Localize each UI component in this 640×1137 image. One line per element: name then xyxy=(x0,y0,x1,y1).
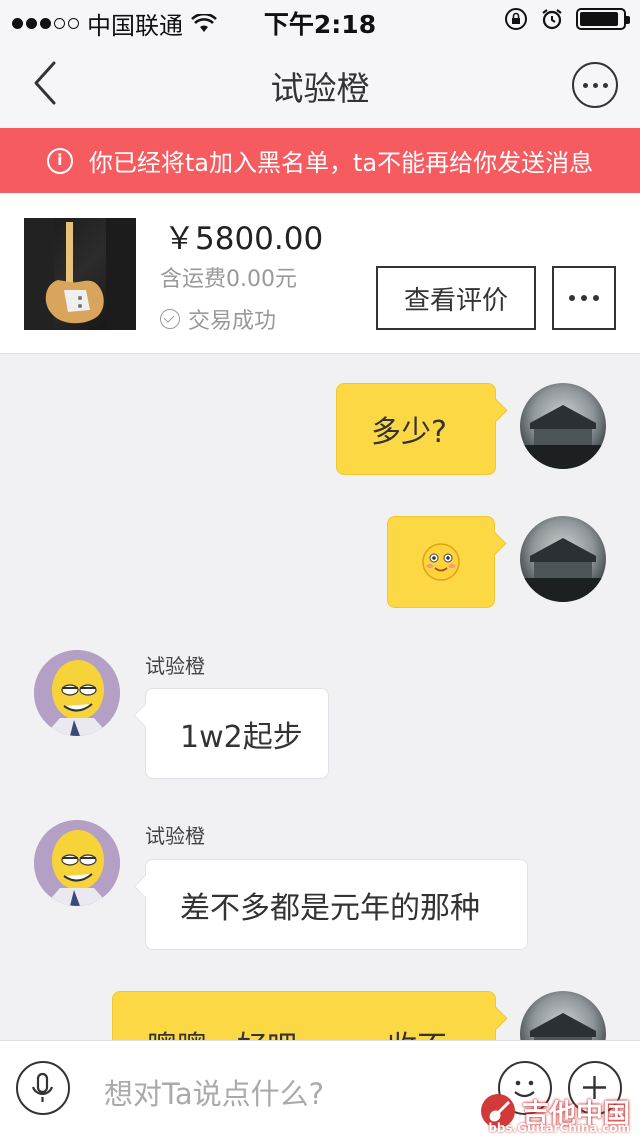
message-bubble[interactable]: 1w2起步 xyxy=(145,688,329,779)
info-icon: i xyxy=(46,147,73,174)
avatar[interactable] xyxy=(520,383,606,469)
navigation-bar: 试验橙 xyxy=(0,40,640,128)
avatar[interactable] xyxy=(520,516,606,602)
guitar-image xyxy=(24,218,136,330)
microphone-icon xyxy=(31,1072,54,1102)
alarm-icon xyxy=(542,9,562,30)
blacklist-banner: i 你已经将ta加入黑名单，ta不能再给你发送消息 xyxy=(0,128,640,193)
avatar[interactable] xyxy=(34,820,120,906)
watermark-subtext: bbs.GuitarChina.com xyxy=(488,1121,630,1135)
message-text: 1w2起步 xyxy=(180,719,303,755)
message-text: 多少? xyxy=(371,415,447,450)
trade-status-label: 交易成功 xyxy=(188,309,277,334)
status-bar: 中国联通 下午2:18 xyxy=(0,0,640,40)
message-bubble[interactable] xyxy=(387,516,495,608)
check-circle-icon xyxy=(160,309,180,329)
input-bar: 想对Ta说点什么? 吉他中国 bbs.GuitarChina.com xyxy=(0,1040,640,1137)
voice-button[interactable] xyxy=(16,1061,70,1115)
smiley-emoji-icon xyxy=(422,543,460,581)
freight-label: 含运费0.00元 xyxy=(160,267,297,292)
message-bubble[interactable]: 多少? xyxy=(336,383,496,475)
product-card[interactable]: ￥5800.00 含运费0.00元 交易成功 查看评价 xyxy=(0,193,640,354)
view-review-button[interactable]: 查看评价 xyxy=(376,266,536,330)
trade-status: 交易成功 xyxy=(160,303,276,335)
more-options-button[interactable] xyxy=(572,62,618,108)
rotation-lock-icon xyxy=(505,8,527,30)
battery-icon xyxy=(576,8,630,30)
sender-name: 试验橙 xyxy=(145,824,205,848)
message-input[interactable]: 想对Ta说点什么? xyxy=(104,1071,324,1113)
sender-name: 试验橙 xyxy=(145,654,205,678)
watermark: 吉他中国 bbs.GuitarChina.com xyxy=(478,1091,630,1135)
message-text: 差不多都是元年的那种 xyxy=(180,890,480,926)
banner-text: 你已经将ta加入黑名单，ta不能再给你发送消息 xyxy=(88,149,594,177)
avatar[interactable] xyxy=(34,650,120,736)
product-more-button[interactable] xyxy=(552,266,616,330)
product-price: ￥5800.00 xyxy=(164,221,324,257)
product-thumbnail[interactable] xyxy=(24,218,136,330)
page-title: 试验橙 xyxy=(270,69,370,108)
message-bubble[interactable]: 差不多都是元年的那种 xyxy=(145,859,528,950)
